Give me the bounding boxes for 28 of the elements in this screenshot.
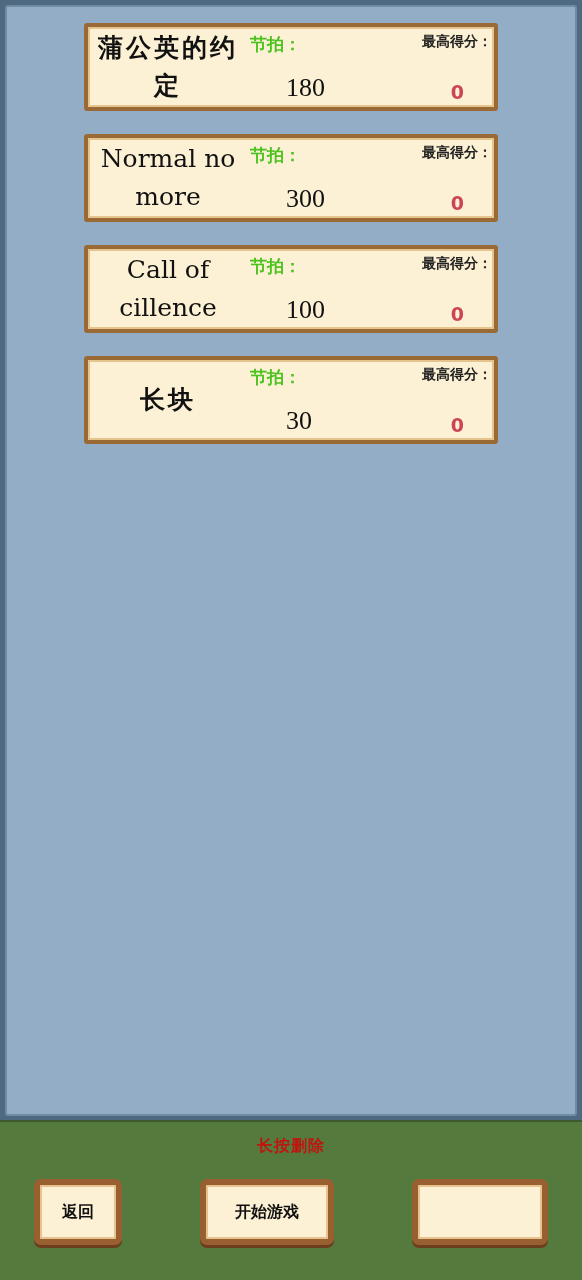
high-score-value: 0 (450, 303, 464, 325)
menu-button[interactable]: 开始游戏 (200, 1179, 334, 1245)
high-score-label: 最高得分： (422, 255, 492, 273)
song-card[interactable]: 蒲公英的约定 节拍： 180 最高得分： 0 (84, 23, 498, 111)
hint-text: 长按删除 (257, 1136, 325, 1157)
menu-button[interactable] (412, 1179, 548, 1245)
song-card[interactable]: 长块 节拍： 30 最高得分： 0 (84, 356, 498, 444)
high-score-label: 最高得分： (422, 366, 492, 384)
beat-label: 节拍： (250, 366, 301, 389)
bpm-value: 300 (286, 184, 325, 214)
bpm-value: 100 (286, 295, 325, 325)
beat-label: 节拍： (250, 33, 301, 56)
bpm-value: 30 (286, 406, 312, 436)
song-card[interactable]: Normal no more 节拍： 300 最高得分： 0 (84, 134, 498, 222)
menu-button[interactable]: 返回 (34, 1179, 122, 1245)
song-title: Normal no more (99, 143, 237, 213)
song-card[interactable]: Call of cillence 节拍： 100 最高得分： 0 (84, 245, 498, 333)
high-score-label: 最高得分： (422, 33, 492, 51)
song-title: 蒲公英的约定 (97, 32, 239, 102)
high-score-value: 0 (450, 414, 464, 436)
high-score-value: 0 (450, 81, 464, 103)
beat-label: 节拍： (250, 255, 301, 278)
beat-label: 节拍： (250, 144, 301, 167)
song-title: 长块 (139, 384, 197, 416)
high-score-value: 0 (450, 192, 464, 214)
high-score-label: 最高得分： (422, 144, 492, 162)
bpm-value: 180 (286, 73, 325, 103)
song-title: Call of cillence (118, 254, 218, 324)
